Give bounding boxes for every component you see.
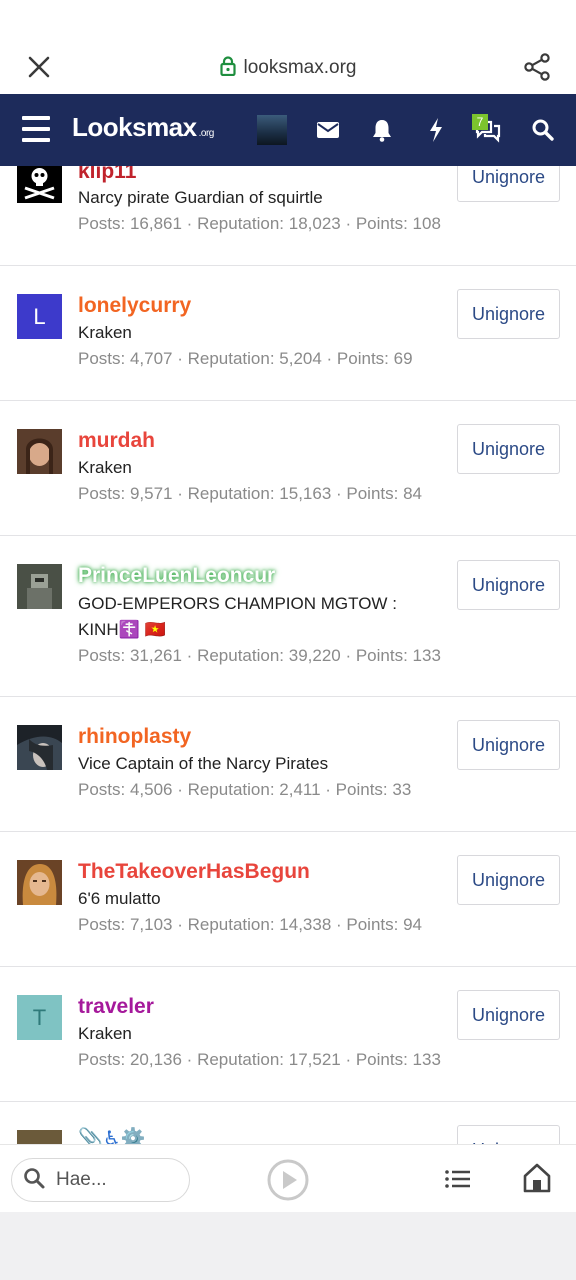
user-avatar[interactable] bbox=[257, 115, 287, 145]
avatar[interactable] bbox=[17, 1130, 62, 1144]
unignore-button[interactable]: Unignore bbox=[457, 166, 560, 202]
list-item: T traveler Kraken Posts: 20,136 · Reputa… bbox=[0, 967, 576, 1102]
unignore-button[interactable]: Unignore bbox=[457, 560, 560, 610]
search-icon bbox=[22, 1166, 46, 1195]
username[interactable]: traveler bbox=[78, 995, 154, 1019]
list-icon[interactable] bbox=[442, 1163, 474, 1195]
user-stats: Posts: 4,506 · Reputation: 2,411 · Point… bbox=[78, 780, 412, 799]
unignore-button[interactable]: Unignore bbox=[457, 720, 560, 770]
avatar[interactable] bbox=[17, 429, 62, 474]
address-bar[interactable]: looksmax.org bbox=[0, 52, 576, 84]
username[interactable]: 📎♿⚙️ bbox=[78, 1126, 146, 1144]
avatar[interactable]: T bbox=[17, 995, 62, 1040]
conversations-badge: 7 bbox=[472, 114, 488, 130]
unignore-button[interactable]: Unignore bbox=[457, 424, 560, 474]
unignore-button[interactable]: Unignore bbox=[457, 855, 560, 905]
username[interactable]: lonelycurry bbox=[78, 294, 191, 318]
user-title: Kraken bbox=[78, 323, 132, 342]
list-item: murdah Kraken Posts: 9,571 · Reputation:… bbox=[0, 401, 576, 536]
list-item: 📎♿⚙️ Unignore bbox=[0, 1102, 576, 1144]
play-icon[interactable] bbox=[266, 1158, 310, 1202]
user-title-line2: KINH☦️ 🇻🇳 bbox=[78, 620, 166, 639]
site-logo[interactable]: Looksmax .org bbox=[72, 112, 214, 143]
user-title: 6'6 mulatto bbox=[78, 889, 161, 908]
list-item: PrinceLuenLeoncur GOD-EMPERORS CHAMPION … bbox=[0, 536, 576, 697]
search-icon[interactable] bbox=[527, 114, 559, 146]
user-stats: Posts: 4,707 · Reputation: 5,204 · Point… bbox=[78, 349, 413, 368]
search-input[interactable]: Hae... bbox=[11, 1158, 190, 1202]
avatar[interactable] bbox=[17, 860, 62, 905]
user-title: Kraken bbox=[78, 458, 132, 477]
unignore-button[interactable]: Unignore bbox=[457, 1125, 560, 1144]
lock-icon bbox=[219, 55, 236, 81]
avatar[interactable] bbox=[17, 725, 62, 770]
url-text: looksmax.org bbox=[243, 57, 357, 78]
username[interactable]: rhinoplasty bbox=[78, 725, 191, 749]
search-placeholder: Hae... bbox=[56, 1169, 107, 1190]
share-icon[interactable] bbox=[520, 50, 554, 84]
avatar[interactable] bbox=[17, 166, 62, 203]
browser-bottom-bar: Hae... bbox=[0, 1144, 576, 1212]
list-item: L lonelycurry Kraken Posts: 4,707 · Repu… bbox=[0, 266, 576, 401]
user-stats: Posts: 9,571 · Reputation: 15,163 · Poin… bbox=[78, 484, 422, 503]
list-item: klip11 Narcy pirate Guardian of squirtle… bbox=[0, 166, 576, 266]
user-stats: Posts: 7,103 · Reputation: 14,338 · Poin… bbox=[78, 915, 422, 934]
user-title: GOD-EMPERORS CHAMPION MGTOW : bbox=[78, 594, 397, 613]
browser-toolbar: looksmax.org bbox=[0, 0, 576, 94]
username[interactable]: klip11 bbox=[78, 166, 136, 184]
username[interactable]: PrinceLuenLeoncur bbox=[78, 564, 275, 588]
system-nav-area bbox=[0, 1212, 576, 1280]
bolt-icon[interactable] bbox=[420, 114, 452, 146]
list-item: rhinoplasty Vice Captain of the Narcy Pi… bbox=[0, 697, 576, 832]
unignore-button[interactable]: Unignore bbox=[457, 289, 560, 339]
username[interactable]: murdah bbox=[78, 429, 155, 453]
menu-icon[interactable] bbox=[22, 116, 50, 142]
site-header: Looksmax .org bbox=[0, 94, 576, 166]
avatar[interactable] bbox=[17, 564, 62, 609]
ignored-users-list: klip11 Narcy pirate Guardian of squirtle… bbox=[0, 166, 576, 1144]
username[interactable]: TheTakeoverHasBegun bbox=[78, 860, 310, 884]
user-title: Narcy pirate Guardian of squirtle bbox=[78, 188, 323, 207]
user-stats: Posts: 31,261 · Reputation: 39,220 · Poi… bbox=[78, 646, 441, 665]
list-item: TheTakeoverHasBegun 6'6 mulatto Posts: 7… bbox=[0, 832, 576, 967]
mail-icon[interactable] bbox=[312, 114, 344, 146]
user-title: Kraken bbox=[78, 1024, 132, 1043]
user-stats: Posts: 16,861 · Reputation: 18,023 · Poi… bbox=[78, 214, 441, 233]
user-title: Vice Captain of the Narcy Pirates bbox=[78, 754, 329, 773]
avatar[interactable]: L bbox=[17, 294, 62, 339]
unignore-button[interactable]: Unignore bbox=[457, 990, 560, 1040]
user-stats: Posts: 20,136 · Reputation: 17,521 · Poi… bbox=[78, 1050, 441, 1069]
bell-icon[interactable] bbox=[366, 114, 398, 146]
home-icon[interactable] bbox=[520, 1161, 554, 1195]
